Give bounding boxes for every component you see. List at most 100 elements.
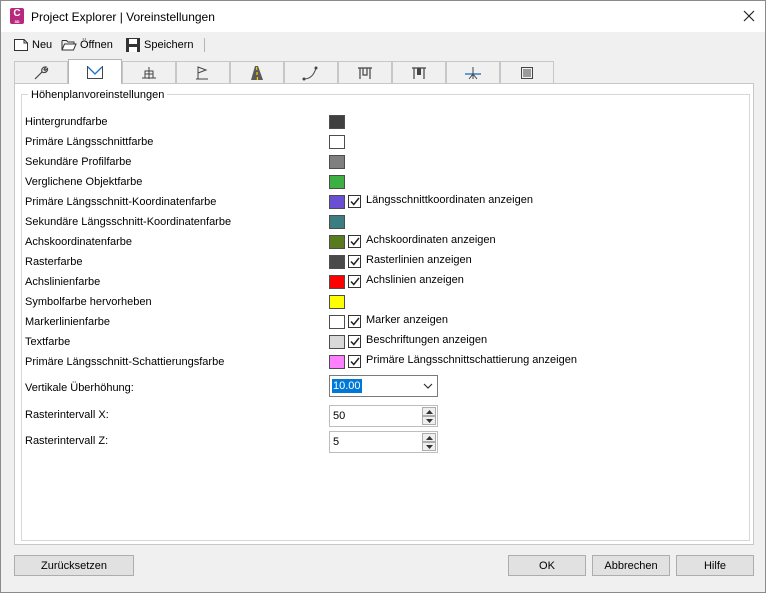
checkmark-icon xyxy=(349,257,360,266)
show-checkbox[interactable] xyxy=(348,355,361,368)
save-button[interactable]: Speichern xyxy=(125,37,194,53)
new-label: Neu xyxy=(32,39,53,51)
arrow-up-icon xyxy=(425,435,433,440)
setting-label: Achskoordinatenfarbe xyxy=(25,236,133,248)
checkbox-label: Achslinien anzeigen xyxy=(366,274,464,286)
setting-label: Sekundäre Längsschnitt-Koordinatenfarbe xyxy=(25,216,232,228)
open-button[interactable]: Öffnen xyxy=(61,37,113,53)
checkmark-icon xyxy=(349,197,360,206)
setting-label: Primäre Längsschnittfarbe xyxy=(25,136,154,148)
color-swatch-button[interactable] xyxy=(329,215,345,229)
cross-section-icon xyxy=(142,66,156,79)
setting-label: Verglichene Objektfarbe xyxy=(25,176,143,188)
tab-alignment[interactable] xyxy=(284,61,338,83)
color-swatch-button[interactable] xyxy=(329,315,345,329)
checkmark-icon xyxy=(349,237,360,246)
grid-x-up-button[interactable] xyxy=(422,407,436,416)
checkbox-label: Rasterlinien anzeigen xyxy=(366,254,472,266)
reset-button[interactable]: Zurücksetzen xyxy=(14,555,134,576)
group-title: Höhenplanvoreinstellungen xyxy=(28,89,168,101)
alignment-curve-icon xyxy=(302,66,318,80)
color-swatch-button[interactable] xyxy=(329,275,345,289)
checkbox-label: Primäre Längsschnittschattierung anzeige… xyxy=(366,354,577,366)
help-button[interactable]: Hilfe xyxy=(676,555,754,576)
setting-label: Hintergrundfarbe xyxy=(25,116,108,128)
show-checkbox[interactable] xyxy=(348,235,361,248)
tab-structure[interactable] xyxy=(338,61,392,83)
checkbox-label: Beschriftungen anzeigen xyxy=(366,334,488,346)
tab-survey[interactable] xyxy=(446,61,500,83)
open-folder-icon xyxy=(61,40,77,51)
tab-flag[interactable] xyxy=(176,61,230,83)
tab-panel: Höhenplanvoreinstellungen Hintergrundfar… xyxy=(14,83,754,545)
title-bar: C 3D Project Explorer | Voreinstellungen xyxy=(1,1,765,32)
save-label: Speichern xyxy=(144,39,194,51)
checkmark-icon xyxy=(349,317,360,326)
grid-x-spinner[interactable]: 50 xyxy=(329,405,438,427)
new-file-icon xyxy=(14,39,28,51)
window-title: Project Explorer | Voreinstellungen xyxy=(31,10,215,24)
color-swatch-button[interactable] xyxy=(329,295,345,309)
color-swatch-button[interactable] xyxy=(329,155,345,169)
tab-general[interactable] xyxy=(14,61,68,83)
app-icon-sub: 3D xyxy=(14,19,20,24)
setting-label: Achslinienfarbe xyxy=(25,276,101,288)
road-icon xyxy=(251,65,263,80)
setting-label: Symbolfarbe hervorheben xyxy=(25,296,152,308)
color-swatch-button[interactable] xyxy=(329,255,345,269)
setting-label: Primäre Längsschnitt-Schattierungsfarbe xyxy=(25,356,225,368)
toolbar: Neu Öffnen Speichern xyxy=(1,32,765,58)
structure-alt-icon xyxy=(412,66,426,79)
grid-z-value: 5 xyxy=(333,436,340,448)
setting-label: Markerlinienfarbe xyxy=(25,316,110,328)
close-icon xyxy=(743,10,755,22)
color-swatch-button[interactable] xyxy=(329,335,345,349)
checkbox-label: Marker anzeigen xyxy=(366,314,448,326)
flag-icon xyxy=(196,65,208,79)
grid-x-label: Rasterintervall X: xyxy=(25,409,109,421)
cancel-button[interactable]: Abbrechen xyxy=(592,555,670,576)
grid-z-up-button[interactable] xyxy=(422,433,436,442)
show-checkbox[interactable] xyxy=(348,275,361,288)
new-button[interactable]: Neu xyxy=(13,37,52,53)
wrench-icon xyxy=(34,65,49,79)
chevron-down-icon[interactable] xyxy=(423,381,433,391)
tab-road[interactable] xyxy=(230,61,284,83)
show-checkbox[interactable] xyxy=(348,195,361,208)
checkbox-label: Achskoordinaten anzeigen xyxy=(366,234,496,246)
color-swatch-button[interactable] xyxy=(329,115,345,129)
checkmark-icon xyxy=(349,357,360,366)
color-swatch-button[interactable] xyxy=(329,195,345,209)
show-checkbox[interactable] xyxy=(348,315,361,328)
grid-x-value: 50 xyxy=(333,410,346,422)
grid-x-down-button[interactable] xyxy=(422,416,436,425)
color-swatch-button[interactable] xyxy=(329,235,345,249)
exaggeration-combo[interactable]: 10.00 xyxy=(329,375,438,397)
grid-z-down-button[interactable] xyxy=(422,442,436,451)
setting-label: Sekundäre Profilfarbe xyxy=(25,156,132,168)
close-button[interactable] xyxy=(741,7,757,25)
ok-button[interactable]: OK xyxy=(508,555,586,576)
checkmark-icon xyxy=(349,277,360,286)
tab-structure-alt[interactable] xyxy=(392,61,446,83)
app-icon-letter: C xyxy=(13,8,21,19)
show-checkbox[interactable] xyxy=(348,335,361,348)
profile-view-icon xyxy=(87,66,103,79)
table-icon xyxy=(521,66,533,79)
show-checkbox[interactable] xyxy=(348,255,361,268)
exaggeration-value: 10.00 xyxy=(332,379,362,393)
tab-table[interactable] xyxy=(500,61,554,83)
open-label: Öffnen xyxy=(80,39,113,51)
color-swatch-button[interactable] xyxy=(329,175,345,189)
grid-z-spinner[interactable]: 5 xyxy=(329,431,438,453)
app-icon: C 3D xyxy=(10,8,24,24)
checkbox-label: Längsschnittkoordinaten anzeigen xyxy=(366,194,533,206)
tab-cross-section[interactable] xyxy=(122,61,176,83)
color-swatch-button[interactable] xyxy=(329,135,345,149)
color-swatch-button[interactable] xyxy=(329,355,345,369)
checkmark-icon xyxy=(349,337,360,346)
preferences-dialog: C 3D Project Explorer | Voreinstellungen… xyxy=(0,0,766,593)
survey-icon xyxy=(465,66,481,79)
tab-profile-view[interactable] xyxy=(68,59,122,84)
save-icon xyxy=(126,38,140,52)
